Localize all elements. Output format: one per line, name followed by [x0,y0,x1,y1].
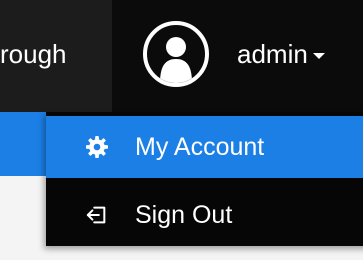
sign-out-icon [86,206,106,224]
nav-item-walkthrough[interactable]: rough [0,0,112,112]
caret-down-icon [312,52,325,59]
user-menu-toggle[interactable]: admin [237,36,325,72]
top-navbar: rough admin [0,0,363,112]
menu-item-my-account[interactable]: My Account [46,116,363,178]
username-label: admin [237,38,308,69]
nav-item-label: rough [0,39,67,69]
menu-item-label: My Account [135,133,265,161]
menu-item-sign-out[interactable]: Sign Out [46,184,363,246]
gear-icon [86,136,108,158]
user-avatar-icon[interactable] [143,21,209,87]
screen: rough admin My Account Sign Out [0,0,363,260]
user-dropdown-menu: My Account Sign Out [46,112,363,246]
menu-item-label: Sign Out [135,201,233,229]
user-silhouette [160,37,192,83]
